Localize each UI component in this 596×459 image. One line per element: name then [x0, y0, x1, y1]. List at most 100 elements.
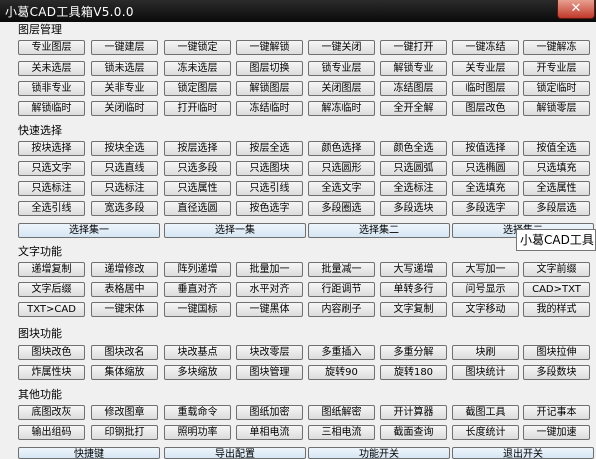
tool-button[interactable]: 关非专业 [91, 81, 158, 96]
tool-button[interactable]: 文字前缀 [523, 262, 590, 277]
tool-button[interactable]: 只选填充 [523, 161, 590, 176]
tool-button[interactable]: 按色选字 [236, 201, 303, 216]
tool-button[interactable]: 全选引线 [18, 201, 85, 216]
tool-button[interactable]: 全开全解 [380, 101, 447, 116]
tool-button[interactable]: 解冻临时 [308, 101, 375, 116]
tool-button[interactable]: 阵列递增 [164, 262, 231, 277]
tool-button[interactable]: CAD>TXT [523, 282, 590, 297]
tool-button[interactable]: 按层全选 [236, 141, 303, 156]
selection-set-button[interactable]: 选择集二 [308, 223, 450, 238]
tool-button[interactable]: 只选属性 [164, 181, 231, 196]
tool-button[interactable]: 多段数块 [523, 365, 590, 380]
tool-button[interactable]: 开专业层 [523, 61, 590, 76]
bottom-bar-button[interactable]: 导出配置 [164, 447, 306, 459]
tool-button[interactable]: 开计算器 [380, 405, 447, 420]
tool-button[interactable]: 锁未选层 [91, 61, 158, 76]
tool-button[interactable]: 重载命令 [164, 405, 231, 420]
tool-button[interactable]: 三相电流 [308, 425, 375, 440]
tool-button[interactable]: 旋转90 [308, 365, 375, 380]
tool-button[interactable]: 全选文字 [308, 181, 375, 196]
tool-button[interactable]: 一键黑体 [236, 302, 303, 317]
tool-button[interactable]: 冻结临时 [236, 101, 303, 116]
tool-button[interactable]: 打开临时 [164, 101, 231, 116]
tool-button[interactable]: 大写加一 [452, 262, 519, 277]
tool-button[interactable]: 只选直线 [91, 161, 158, 176]
tool-button[interactable]: 炸属性块 [18, 365, 85, 380]
tool-button[interactable]: 块改基点 [164, 345, 231, 360]
tool-button[interactable]: 旋转180 [380, 365, 447, 380]
tool-button[interactable]: 递增复制 [18, 262, 85, 277]
tool-button[interactable]: 多块缩放 [164, 365, 231, 380]
tool-button[interactable]: 批量减一 [308, 262, 375, 277]
bottom-bar-button[interactable]: 快捷键 [18, 447, 160, 459]
tool-button[interactable]: 关闭图层 [308, 81, 375, 96]
tool-button[interactable]: 一键关闭 [308, 40, 375, 55]
tool-button[interactable]: 锁非专业 [18, 81, 85, 96]
selection-set-button[interactable]: 选择集一 [18, 223, 160, 238]
tool-button[interactable]: 按块全选 [91, 141, 158, 156]
tool-button[interactable]: 一键建层 [91, 40, 158, 55]
tool-button[interactable]: 关闭临时 [91, 101, 158, 116]
tool-button[interactable]: 直径选圆 [164, 201, 231, 216]
tool-button[interactable]: 一键冻结 [452, 40, 519, 55]
tool-button[interactable]: 只选文字 [18, 161, 85, 176]
tool-button[interactable]: 颜色全选 [380, 141, 447, 156]
tool-button[interactable]: 专业图层 [18, 40, 85, 55]
tool-button[interactable]: 文字后缀 [18, 282, 85, 297]
tool-button[interactable]: 长度统计 [452, 425, 519, 440]
tool-button[interactable]: 一键宋体 [91, 302, 158, 317]
tool-button[interactable]: 截图工具 [452, 405, 519, 420]
tool-button[interactable]: 冻结图层 [380, 81, 447, 96]
tool-button[interactable]: 批量加一 [236, 262, 303, 277]
tool-button[interactable]: 递增修改 [91, 262, 158, 277]
tool-button[interactable]: 图块拉伸 [523, 345, 590, 360]
tool-button[interactable]: 图纸加密 [236, 405, 303, 420]
tool-button[interactable]: 全选填充 [452, 181, 519, 196]
tool-button[interactable]: 一键打开 [380, 40, 447, 55]
tool-button[interactable]: 宽选多段 [91, 201, 158, 216]
tool-button[interactable]: 截面查询 [380, 425, 447, 440]
tool-button[interactable]: 集体缩放 [91, 365, 158, 380]
tool-button[interactable]: 文字移动 [452, 302, 519, 317]
tool-button[interactable]: 关未选层 [18, 61, 85, 76]
tool-button[interactable]: 解锁零层 [523, 101, 590, 116]
tool-button[interactable]: 印钢批打 [91, 425, 158, 440]
tool-button[interactable]: 图块管理 [236, 365, 303, 380]
tool-button[interactable]: 修改图章 [91, 405, 158, 420]
tool-button[interactable]: 多段层选 [523, 201, 590, 216]
tool-button[interactable]: 只选多段 [164, 161, 231, 176]
tool-button[interactable]: 只选圆弧 [380, 161, 447, 176]
tool-button[interactable]: 图块改名 [91, 345, 158, 360]
bottom-bar-button[interactable]: 功能开关 [308, 447, 450, 459]
tool-button[interactable]: 问号显示 [452, 282, 519, 297]
tool-button[interactable]: 单相电流 [236, 425, 303, 440]
tool-button[interactable]: 只选圆形 [308, 161, 375, 176]
tool-button[interactable]: 文字复制 [380, 302, 447, 317]
tool-button[interactable]: 解锁临时 [18, 101, 85, 116]
tool-button[interactable]: 单转多行 [380, 282, 447, 297]
tool-button[interactable]: 解锁图层 [236, 81, 303, 96]
tool-button[interactable]: 解锁专业 [380, 61, 447, 76]
tool-button[interactable]: 关专业层 [452, 61, 519, 76]
close-button[interactable]: ✕ [557, 0, 595, 19]
tool-button[interactable]: 按值全选 [523, 141, 590, 156]
tool-button[interactable]: 一键国标 [164, 302, 231, 317]
tool-button[interactable]: 输出组码 [18, 425, 85, 440]
bottom-bar-button[interactable]: 退出开关 [452, 447, 594, 459]
tool-button[interactable]: 水平对齐 [236, 282, 303, 297]
tool-button[interactable]: 多段选字 [452, 201, 519, 216]
tool-button[interactable]: 锁专业层 [308, 61, 375, 76]
tool-button[interactable]: 只选标注 [18, 181, 85, 196]
tool-button[interactable]: 块改零层 [236, 345, 303, 360]
tool-button[interactable]: 内容刷子 [308, 302, 375, 317]
tool-button[interactable]: 行距调节 [308, 282, 375, 297]
tool-button[interactable]: 只选引线 [236, 181, 303, 196]
tool-button[interactable]: 图块统计 [452, 365, 519, 380]
tool-button[interactable]: 图纸解密 [308, 405, 375, 420]
tool-button[interactable]: 多重分解 [380, 345, 447, 360]
tool-button[interactable]: 冻未选层 [164, 61, 231, 76]
tool-button[interactable]: 按块选择 [18, 141, 85, 156]
tool-button[interactable]: 只选图块 [236, 161, 303, 176]
tool-button[interactable]: 全选属性 [523, 181, 590, 196]
tool-button[interactable]: 全选标注 [380, 181, 447, 196]
